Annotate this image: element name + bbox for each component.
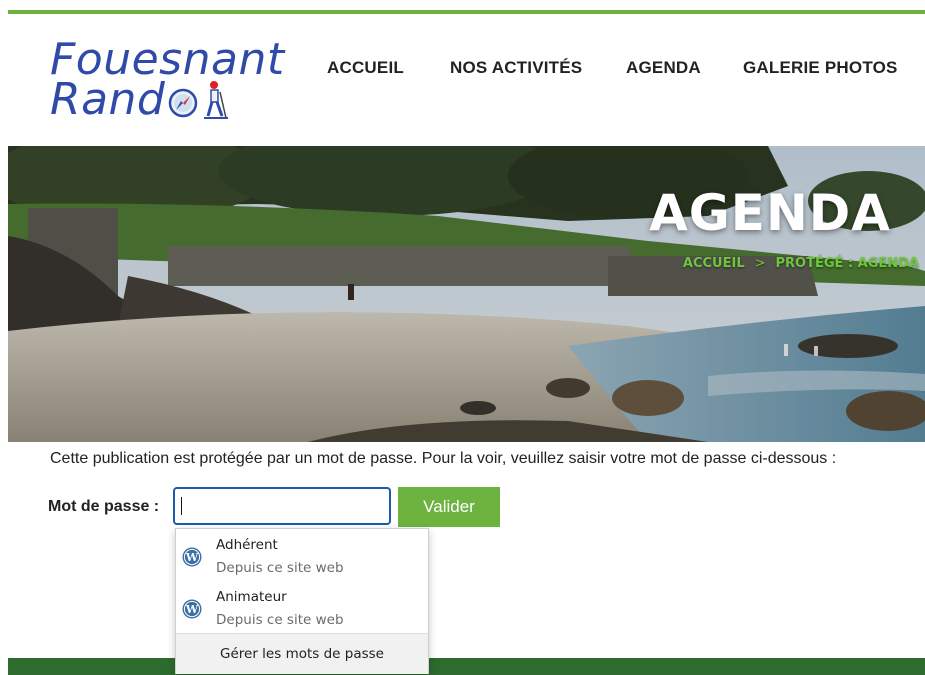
nav-agenda[interactable]: AGENDA	[626, 58, 701, 78]
autocomplete-option-adherent[interactable]: W Adhérent Depuis ce site web	[176, 532, 428, 584]
hiker-icon	[204, 81, 228, 119]
autocomplete-option-source: Depuis ce site web	[216, 612, 344, 628]
hero-banner: AGENDA ACCUEIL > PROTÉGÉ : AGENDA	[8, 146, 925, 442]
site-logo[interactable]: Fouesnant Rand	[50, 38, 290, 128]
wordpress-icon: W	[182, 547, 202, 567]
breadcrumb-current: PROTÉGÉ : AGENDA	[775, 256, 919, 271]
svg-text:W: W	[185, 603, 199, 616]
manage-passwords-button[interactable]: Gérer les mots de passe	[176, 633, 428, 674]
wordpress-icon: W	[182, 599, 202, 619]
nav-galerie-photos[interactable]: GALERIE PHOTOS	[743, 58, 898, 78]
nav-nos-activites[interactable]: NOS ACTIVITÉS	[450, 58, 582, 78]
svg-text:W: W	[185, 551, 199, 564]
breadcrumb-separator: >	[754, 256, 766, 271]
text-caret	[181, 497, 182, 515]
password-label: Mot de passe :	[48, 498, 160, 515]
password-input[interactable]	[173, 487, 391, 525]
compass-icon	[168, 88, 198, 118]
submit-button[interactable]: Valider	[398, 487, 500, 527]
breadcrumb-home-link[interactable]: ACCUEIL	[683, 256, 745, 271]
nav-accueil[interactable]: ACCUEIL	[327, 58, 404, 78]
autocomplete-option-animateur[interactable]: W Animateur Depuis ce site web	[176, 584, 428, 636]
top-accent-bar	[8, 10, 925, 14]
footer-bar	[8, 658, 925, 675]
autocomplete-option-name: Adhérent	[216, 537, 278, 553]
password-autocomplete-dropdown: W Adhérent Depuis ce site web W Animateu…	[175, 528, 429, 674]
protected-notice: Cette publication est protégée par un mo…	[50, 450, 837, 467]
breadcrumb: ACCUEIL > PROTÉGÉ : AGENDA	[683, 256, 919, 271]
page-title: AGENDA	[649, 184, 891, 242]
logo-text-line2: Rand	[50, 74, 166, 125]
autocomplete-option-name: Animateur	[216, 589, 287, 605]
autocomplete-option-source: Depuis ce site web	[216, 560, 344, 576]
